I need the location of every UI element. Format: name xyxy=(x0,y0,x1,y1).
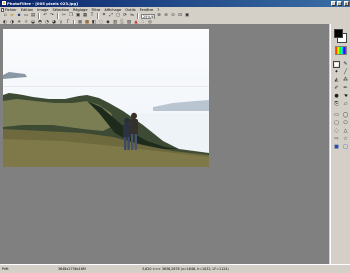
window-title: PhotoFiltre - [005 pixels 023.jpg] xyxy=(7,1,78,6)
line-icon[interactable]: ╱ xyxy=(342,69,349,76)
chevron-down-icon: ▾ xyxy=(150,14,154,19)
ellipse-shape-icon[interactable]: ◯ xyxy=(342,112,349,119)
magic-wand-icon[interactable]: ✦ xyxy=(333,69,340,76)
clone-icon[interactable]: ⎘ xyxy=(333,101,340,108)
arrow-shape-icon[interactable]: ⇨ xyxy=(333,136,340,143)
fill-icon[interactable]: ◭ xyxy=(333,77,340,84)
lasso-icon[interactable]: ◌ xyxy=(333,128,340,135)
close-button[interactable]: × xyxy=(343,1,349,6)
image-canvas[interactable] xyxy=(3,29,209,167)
statusbar: Prêt 3648x2736x16M 3,620 >>> 3636,2878 (… xyxy=(0,264,350,272)
foreground-color-swatch[interactable] xyxy=(334,29,343,38)
rectangle-shape-icon[interactable]: ▭ xyxy=(333,112,340,119)
color-picker-icon[interactable]: ✎ xyxy=(342,61,349,68)
blur-tool-icon[interactable]: ● xyxy=(333,93,340,100)
window-titlebar: PhotoFiltre - [005 pixels 023.jpg] xyxy=(0,0,350,7)
smudge-icon[interactable]: ☚ xyxy=(342,93,349,100)
maximize-button[interactable]: □ xyxy=(337,1,342,6)
app-logo-icon xyxy=(1,1,6,5)
actual-size-icon[interactable]: ⊙ xyxy=(170,13,176,19)
landscape-photo xyxy=(3,29,209,167)
tool-palette: ⬚ ✎ ✦ ╱ ◭ ⁂ ✐ ✏ ● ☚ ⎘ ▱ ▭ ◯ ▢ ⬠ ◌ △ ⇨ ☆ … xyxy=(330,24,350,264)
zoom-select[interactable]: 25% ▾ xyxy=(141,13,155,19)
zoom-out-icon[interactable]: ⊖ xyxy=(163,13,169,19)
polygon-shape-icon[interactable]: ⬠ xyxy=(342,120,349,127)
fullscreen-icon[interactable]: ▣ xyxy=(184,13,190,19)
outline-shape-icon[interactable]: □ xyxy=(342,144,349,151)
color-picker-gradient[interactable] xyxy=(335,46,347,55)
fit-window-icon[interactable]: ⊡ xyxy=(177,13,183,19)
star-shape-icon[interactable]: ☆ xyxy=(342,136,349,143)
select-icon[interactable]: ⬚ xyxy=(333,61,340,68)
zoom-in-icon[interactable]: ⊕ xyxy=(156,13,162,19)
triangle-icon[interactable]: △ xyxy=(342,128,349,135)
spray-icon[interactable]: ⁂ xyxy=(342,77,349,84)
advanced-brush-icon[interactable]: ✏ xyxy=(342,85,349,92)
rounded-shape-icon[interactable]: ▢ xyxy=(333,120,340,127)
brush-icon[interactable]: ✐ xyxy=(333,85,340,92)
minimize-button[interactable]: _ xyxy=(331,1,336,6)
fill-shape-icon[interactable]: ■ xyxy=(333,144,340,151)
eraser-icon[interactable]: ▱ xyxy=(342,101,349,108)
